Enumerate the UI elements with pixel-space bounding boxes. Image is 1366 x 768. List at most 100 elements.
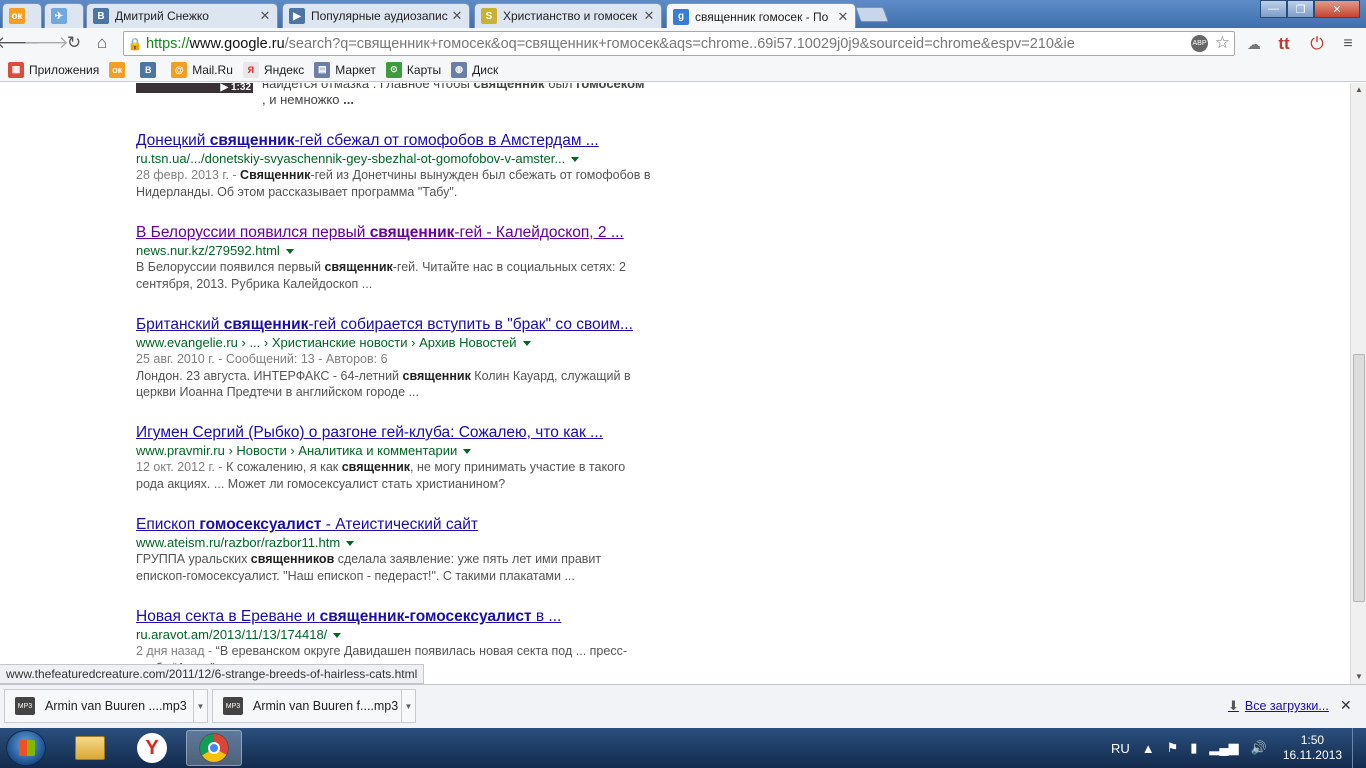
close-icon[interactable]: ✕ bbox=[451, 8, 463, 24]
volume-icon[interactable]: 🔊 bbox=[1251, 740, 1267, 756]
new-tab-button[interactable] bbox=[855, 7, 889, 22]
minimize-button[interactable]: — bbox=[1260, 0, 1287, 18]
mp3-file-icon: MP3 bbox=[15, 697, 35, 715]
bookmark-apps[interactable]: ▦ Приложения bbox=[8, 61, 99, 78]
stop-extension-icon[interactable]: ⏻ bbox=[1307, 34, 1327, 54]
network-icon[interactable]: ▂▄▆ bbox=[1209, 740, 1238, 756]
tt-extension-icon[interactable]: tt bbox=[1274, 34, 1294, 54]
close-shelf-icon[interactable]: ✕ bbox=[1340, 697, 1352, 714]
chevron-down-icon[interactable]: ▼ bbox=[401, 690, 415, 722]
bookmark-label: Mail.Ru bbox=[192, 62, 233, 77]
chrome-taskbar-button[interactable] bbox=[186, 730, 242, 766]
windows-logo-icon bbox=[19, 740, 35, 756]
tab-twitter[interactable]: ✈ bbox=[44, 3, 84, 28]
search-result: Епископ гомосексуалист - Атеистический с… bbox=[136, 516, 656, 584]
reload-button[interactable]: ↻ bbox=[60, 29, 88, 57]
google-icon: g bbox=[673, 8, 689, 25]
bookmark-market[interactable]: ▤ Маркет bbox=[314, 61, 376, 78]
scroll-up-icon[interactable]: ▲ bbox=[1351, 83, 1366, 97]
close-icon[interactable]: ✕ bbox=[259, 8, 271, 24]
bookmark-yandex[interactable]: Я Яндекс bbox=[242, 61, 305, 78]
flag-icon[interactable]: ⚑ bbox=[1167, 740, 1179, 756]
close-icon[interactable]: ✕ bbox=[837, 9, 849, 25]
show-hidden-icons-icon[interactable]: ▲ bbox=[1142, 741, 1155, 756]
power-icon[interactable]: ▮ bbox=[1190, 740, 1197, 756]
tab-vk-profile[interactable]: B Дмитрий Снежко ✕ bbox=[86, 3, 278, 28]
maximize-button[interactable]: ❐ bbox=[1287, 0, 1314, 18]
tab-odnoklassniki[interactable]: ок bbox=[2, 3, 42, 28]
lock-icon: 🔒 bbox=[127, 36, 143, 51]
caret-down-icon[interactable] bbox=[333, 633, 342, 639]
clock-date: 16.11.2013 bbox=[1282, 748, 1342, 762]
star-icon[interactable]: ☆ bbox=[1215, 33, 1230, 53]
result-url: www.evangelie.ru › ... › Христианские но… bbox=[136, 334, 656, 351]
result-title-link[interactable]: Донецкий священник-гей сбежал от гомофоб… bbox=[136, 132, 656, 150]
yandex-icon: Я bbox=[242, 61, 259, 78]
video-result-snippet: найдется отмазка . Главное чтобы священн… bbox=[262, 83, 645, 107]
result-title-link[interactable]: Британский священник-гей собирается всту… bbox=[136, 316, 656, 334]
video-duration: ▶ 1:32 bbox=[220, 83, 251, 93]
show-desktop-button[interactable] bbox=[1352, 728, 1366, 768]
caret-down-icon[interactable] bbox=[346, 541, 355, 547]
result-url: ru.aravot.am/2013/11/13/174418/ bbox=[136, 626, 656, 643]
download-filename: Armin van Buuren ....mp3 bbox=[45, 699, 187, 713]
caret-down-icon[interactable] bbox=[463, 449, 472, 455]
video-thumbnail[interactable]: ▶ 1:32 bbox=[136, 83, 253, 93]
bookmark-label: Карты bbox=[406, 62, 442, 77]
scrollbar-thumb[interactable] bbox=[1353, 354, 1365, 602]
bookmark-maps[interactable]: ⊙ Карты bbox=[385, 61, 442, 78]
vertical-scrollbar[interactable]: ▲ ▼ bbox=[1350, 83, 1366, 684]
scroll-down-icon[interactable]: ▼ bbox=[1351, 670, 1366, 684]
weather-extension-icon[interactable]: ☁ bbox=[1244, 34, 1264, 54]
forward-button[interactable]: 🡒 bbox=[23, 29, 69, 57]
bookmark-disk[interactable]: ◍ Диск bbox=[451, 61, 498, 78]
system-tray: RU ▲ ⚑ ▮ ▂▄▆ 🔊 1:50 16.11.2013 bbox=[1105, 728, 1366, 768]
tab-title: Дмитрий Снежко bbox=[115, 9, 209, 23]
result-url: www.ateism.ru/razbor/razbor11.htm bbox=[136, 534, 656, 551]
language-indicator[interactable]: RU bbox=[1111, 741, 1130, 756]
search-results-page: ▶ 1:32 найдется отмазка . Главное чтобы … bbox=[0, 83, 1350, 684]
start-button[interactable] bbox=[6, 730, 46, 766]
yandex-browser-icon: Y bbox=[137, 733, 167, 763]
explorer-taskbar-button[interactable] bbox=[62, 730, 118, 766]
url-scheme: https:// bbox=[146, 35, 190, 52]
result-url: www.pravmir.ru › Новости › Аналитика и к… bbox=[136, 442, 656, 459]
caret-down-icon[interactable] bbox=[571, 157, 580, 163]
result-url: ru.tsn.ua/.../donetskiy-svyaschennik-gey… bbox=[136, 150, 656, 167]
address-bar[interactable]: 🔒 https://www.google.ru/search?q=священн… bbox=[123, 31, 1235, 56]
home-button[interactable]: ⌂ bbox=[88, 29, 116, 57]
bookmark-label: Маркет bbox=[335, 62, 376, 77]
result-snippet: В Белоруссии появился первый священник-г… bbox=[136, 260, 626, 291]
yandex-browser-taskbar-button[interactable]: Y bbox=[124, 730, 180, 766]
caret-down-icon[interactable] bbox=[522, 341, 531, 347]
caret-down-icon[interactable] bbox=[285, 249, 294, 255]
bookmark-vk[interactable]: B bbox=[140, 61, 161, 78]
bookmark-mailru[interactable]: @ Mail.Ru bbox=[171, 61, 233, 78]
result-title-link[interactable]: Новая секта в Ереване и священник-гомосе… bbox=[136, 608, 656, 626]
download-item[interactable]: MP3 Armin van Buuren f....mp3 ▼ bbox=[212, 689, 416, 723]
close-window-button[interactable]: ✕ bbox=[1314, 0, 1360, 18]
result-title-link[interactable]: В Белоруссии появился первый священник-г… bbox=[136, 224, 656, 242]
adblock-icon[interactable]: ABP bbox=[1191, 35, 1208, 52]
chrome-icon bbox=[199, 733, 229, 763]
result-title-link[interactable]: Епископ гомосексуалист - Атеистический с… bbox=[136, 516, 656, 534]
browser-toolbar: 🡐 🡒 ↻ ⌂ 🔒 https://www.google.ru/search?q… bbox=[0, 28, 1366, 58]
download-item[interactable]: MP3 Armin van Buuren ....mp3 ▼ bbox=[4, 689, 208, 723]
home-icon: ⌂ bbox=[96, 33, 108, 52]
bookmark-odnoklassniki[interactable]: ок bbox=[109, 61, 130, 78]
vk-icon: B bbox=[93, 8, 109, 24]
chevron-down-icon[interactable]: ▼ bbox=[193, 690, 207, 722]
result-url: news.nur.kz/279592.html bbox=[136, 242, 656, 259]
result-snippet: 12 окт. 2012 г. - К сожалению, я как свя… bbox=[136, 460, 626, 491]
bookmark-label: Яндекс bbox=[263, 62, 305, 77]
clock[interactable]: 1:50 16.11.2013 bbox=[1283, 733, 1342, 763]
url-host: www.google.ru bbox=[189, 35, 285, 52]
result-snippet: 28 февр. 2013 г. - Священник-гей из Доне… bbox=[136, 168, 651, 199]
menu-icon[interactable]: ≡ bbox=[1338, 34, 1358, 54]
tab-vk-audio[interactable]: ▶ Популярные аудиозапис ✕ bbox=[282, 3, 470, 28]
result-title-link[interactable]: Игумен Сергий (Рыбко) о разгоне гей-клуб… bbox=[136, 424, 656, 442]
tab-google-search[interactable]: g священник гомосек - По ✕ bbox=[666, 3, 856, 29]
close-icon[interactable]: ✕ bbox=[643, 8, 655, 24]
tab-christianity[interactable]: S Христианство и гомосек ✕ bbox=[474, 3, 662, 28]
all-downloads-link[interactable]: ⬇ Все загрузки... bbox=[1228, 698, 1329, 714]
